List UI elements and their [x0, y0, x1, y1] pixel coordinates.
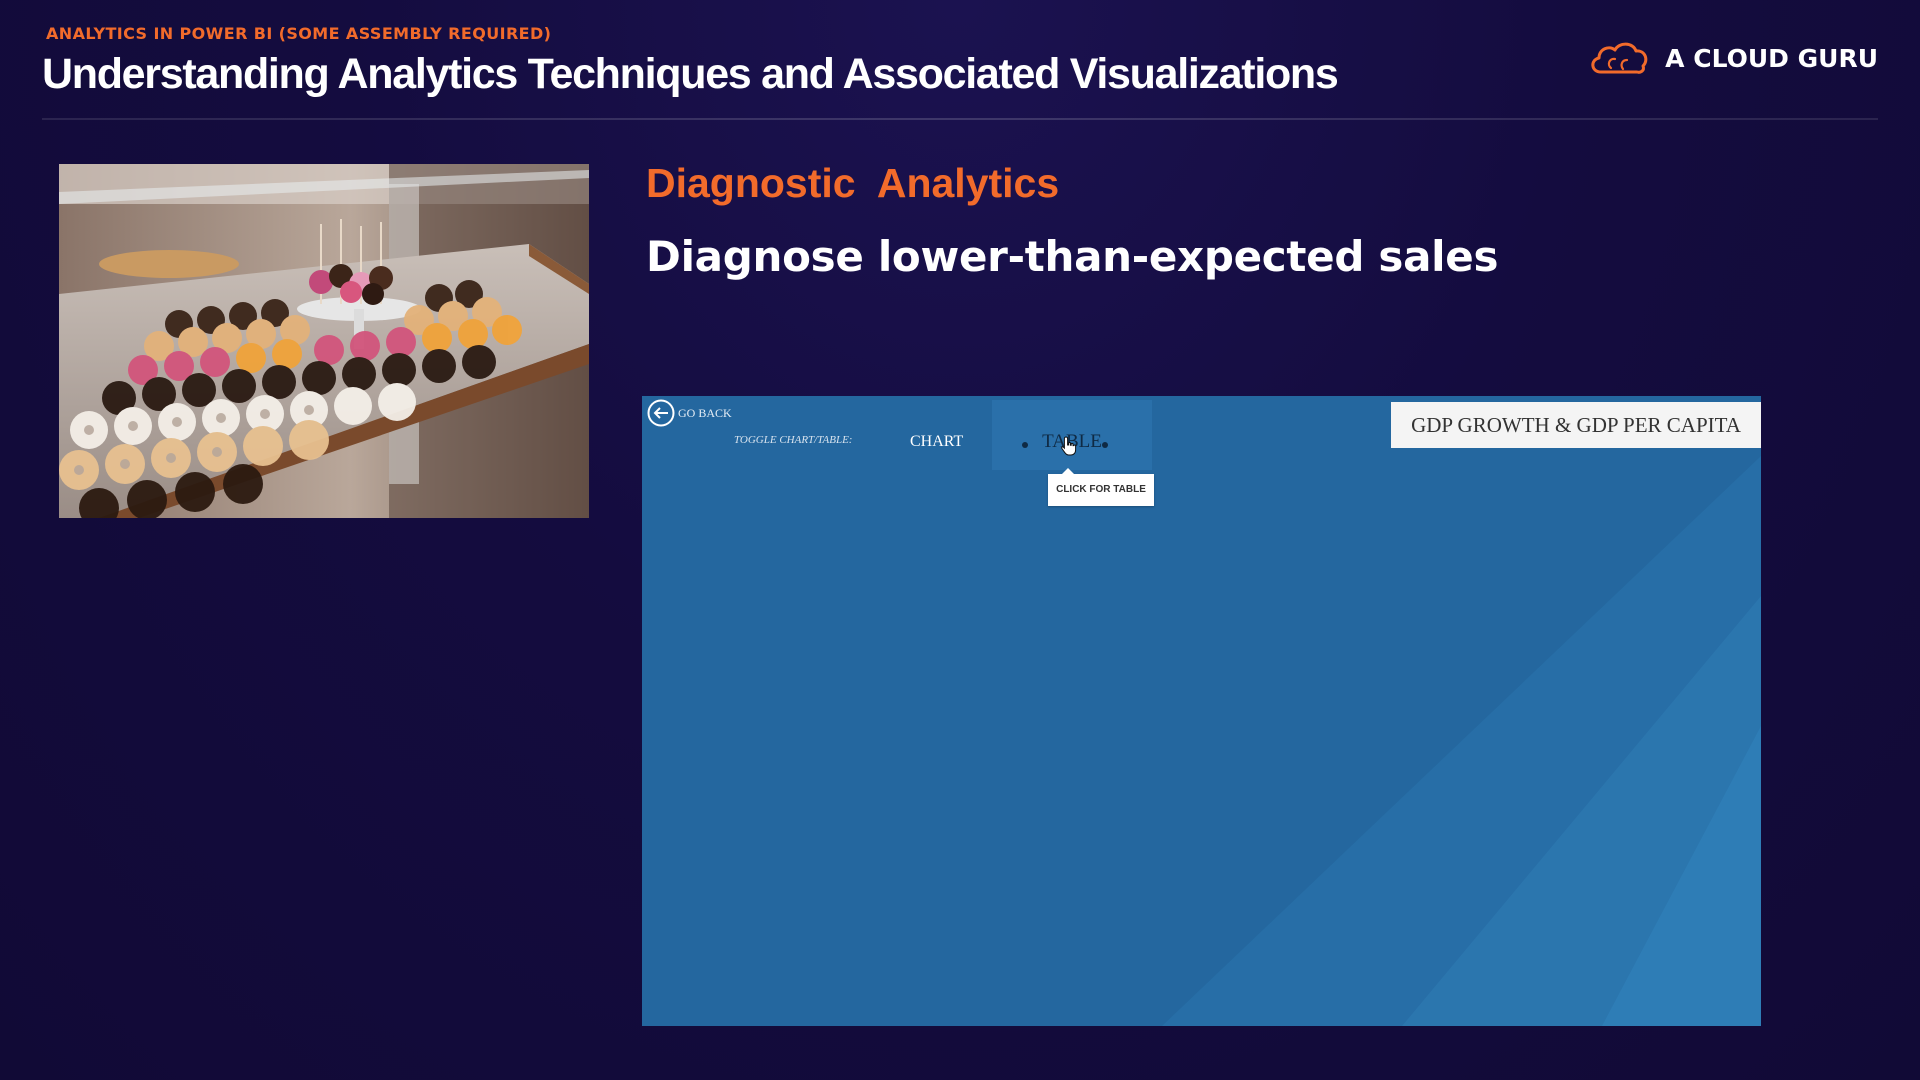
donut-display-illustration	[59, 164, 589, 518]
selection-dot-right	[1102, 442, 1108, 448]
chart-toggle-button[interactable]: CHART	[910, 433, 963, 451]
go-back-button[interactable]: GO BACK	[646, 398, 732, 428]
toggle-chart-table-label: TOGGLE CHART/TABLE:	[734, 434, 853, 446]
background-gradient-stripes	[1162, 456, 1761, 1026]
visual-title-card: GDP GROWTH & GDP PER CAPITA	[1391, 402, 1761, 448]
table-toggle-button[interactable]: TABLE	[992, 400, 1152, 470]
page-title: Understanding Analytics Techniques and A…	[42, 50, 1339, 98]
slide-subtitle: Diagnose lower-than-expected sales	[646, 232, 1499, 281]
donut-display-photo	[59, 164, 589, 518]
go-back-label: GO BACK	[678, 405, 732, 420]
course-kicker: ANALYTICS IN POWER BI (SOME ASSEMBLY REQ…	[46, 24, 552, 43]
hand-pointer-cursor-icon	[1061, 436, 1077, 456]
click-for-table-tooltip: CLICK FOR TABLE	[1048, 468, 1154, 506]
header-divider	[42, 118, 1878, 120]
section-title: Diagnostic Analytics	[646, 160, 1060, 206]
brand-name: A CLOUD GURU	[1665, 43, 1878, 73]
back-arrow-circle-icon	[647, 399, 675, 427]
cloud-logo-icon	[1591, 42, 1648, 74]
brand-logo: A CLOUD GURU	[1587, 38, 1878, 78]
power-bi-report-canvas: GO BACK TOGGLE CHART/TABLE: CHART TABLE …	[642, 396, 1761, 1026]
